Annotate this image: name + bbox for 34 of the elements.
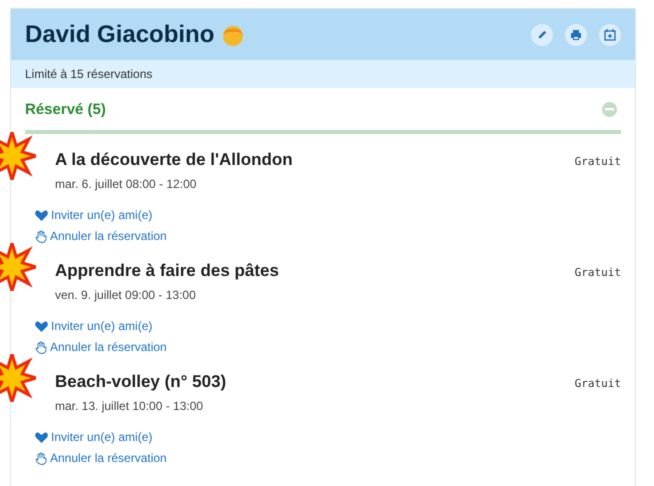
limit-note: Limité à 15 réservations — [11, 60, 635, 88]
activity-date: mar. 6. juillet 08:00 - 12:00 — [55, 177, 198, 191]
printer-icon — [570, 28, 582, 40]
price: Gratuit — [574, 155, 621, 168]
hand-icon — [35, 340, 47, 354]
invite-link[interactable]: Inviter un(e) ami(e) — [35, 208, 152, 222]
minus-icon — [605, 108, 614, 110]
starburst-icon — [0, 132, 36, 180]
edit-button[interactable] — [531, 24, 553, 46]
invite-link[interactable]: Inviter un(e) ami(e) — [35, 430, 152, 444]
hand-icon — [35, 452, 47, 464]
heart-icon — [35, 432, 48, 442]
starburst-icon — [0, 243, 36, 291]
add-to-calendar-button[interactable] — [599, 24, 621, 46]
cancel-link[interactable]: Annuler la réservation — [35, 340, 167, 354]
invite-link[interactable]: Inviter un(e) ami(e) — [35, 319, 152, 333]
person-name: David Giacobino — [25, 20, 214, 48]
activity-title: Beach-volley (n° 503) — [55, 372, 228, 392]
pencil-icon — [536, 29, 548, 40]
cancel-link[interactable]: Annuler la réservation — [35, 451, 167, 465]
starburst-icon — [0, 354, 36, 402]
activity-date: ven. 9. juillet 09:00 - 13:00 — [55, 288, 197, 302]
heart-icon — [35, 210, 48, 220]
heart-icon — [35, 320, 48, 332]
activity-date: mar. 13. juillet 10:00 - 13:00 — [55, 399, 204, 413]
cancel-link[interactable]: Annuler la réservation — [35, 229, 167, 243]
activity-title: Apprendre à faire des pâtes — [55, 261, 280, 281]
section-title: Réservé (5) — [25, 100, 107, 118]
calendar-plus-icon — [604, 28, 616, 41]
activity-title: A la découverte de l'Allondon — [55, 150, 294, 170]
hand-icon — [35, 230, 47, 242]
price: Gratuit — [574, 377, 621, 390]
print-button[interactable] — [565, 24, 587, 46]
price: Gratuit — [574, 266, 621, 279]
